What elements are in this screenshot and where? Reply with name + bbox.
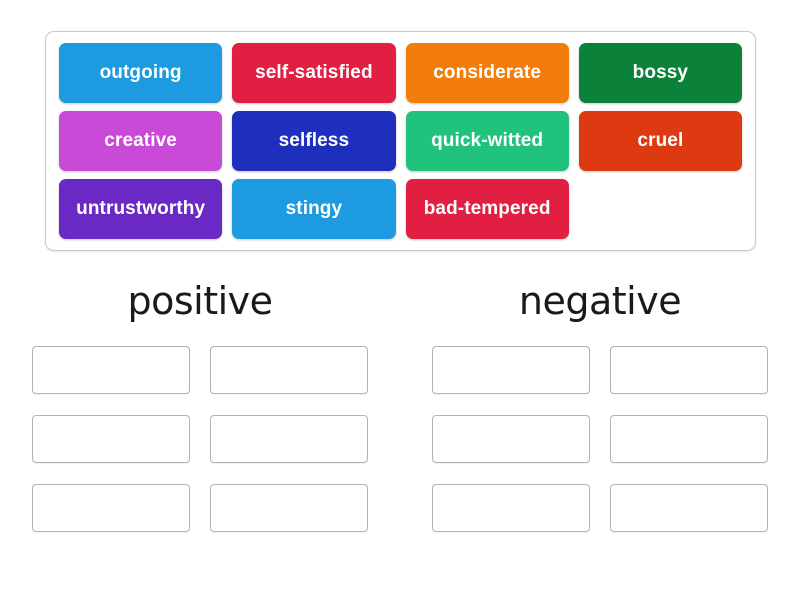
dropzone-positive-1[interactable]	[32, 346, 190, 394]
category-title-positive: positive	[127, 279, 273, 323]
word-tile-creative[interactable]: creative	[59, 111, 223, 171]
dropzone-positive-5[interactable]	[32, 484, 190, 532]
word-tile-quick-witted[interactable]: quick-witted	[405, 111, 569, 171]
word-bank-tray: outgoing self-satisfied considerate boss…	[45, 31, 756, 251]
dropzone-negative-2[interactable]	[610, 346, 768, 394]
dropzone-positive-4[interactable]	[210, 415, 368, 463]
dropzone-negative-5[interactable]	[432, 484, 590, 532]
activity-stage: outgoing self-satisfied considerate boss…	[0, 0, 800, 600]
word-bank-empty-slot	[579, 179, 742, 239]
dropzone-positive-6[interactable]	[210, 484, 368, 532]
dropzone-grid-negative	[432, 346, 768, 532]
word-bank-row: creative selfless quick-witted cruel	[54, 107, 747, 175]
dropzone-positive-3[interactable]	[32, 415, 190, 463]
category-area: positive negative	[0, 282, 800, 582]
dropzone-negative-3[interactable]	[432, 415, 590, 463]
word-tile-bossy[interactable]: bossy	[578, 43, 742, 103]
word-tile-self-satisfied[interactable]: self-satisfied	[232, 43, 396, 103]
dropzone-negative-6[interactable]	[610, 484, 768, 532]
word-tile-outgoing[interactable]: outgoing	[59, 43, 223, 103]
word-tile-cruel[interactable]: cruel	[578, 111, 742, 171]
word-tile-selfless[interactable]: selfless	[232, 111, 396, 171]
word-tile-considerate[interactable]: considerate	[405, 43, 569, 103]
dropzone-positive-2[interactable]	[210, 346, 368, 394]
word-tile-untrustworthy[interactable]: untrustworthy	[59, 179, 223, 239]
word-bank-row: untrustworthy stingy bad-tempered	[54, 175, 747, 243]
dropzone-grid-positive	[32, 346, 368, 532]
category-negative: negative	[400, 282, 800, 582]
word-bank-row: outgoing self-satisfied considerate boss…	[54, 39, 747, 107]
dropzone-negative-4[interactable]	[610, 415, 768, 463]
word-tile-bad-tempered[interactable]: bad-tempered	[405, 179, 569, 239]
word-tile-stingy[interactable]: stingy	[232, 179, 396, 239]
category-title-negative: negative	[518, 279, 682, 323]
dropzone-negative-1[interactable]	[432, 346, 590, 394]
category-positive: positive	[0, 282, 400, 582]
